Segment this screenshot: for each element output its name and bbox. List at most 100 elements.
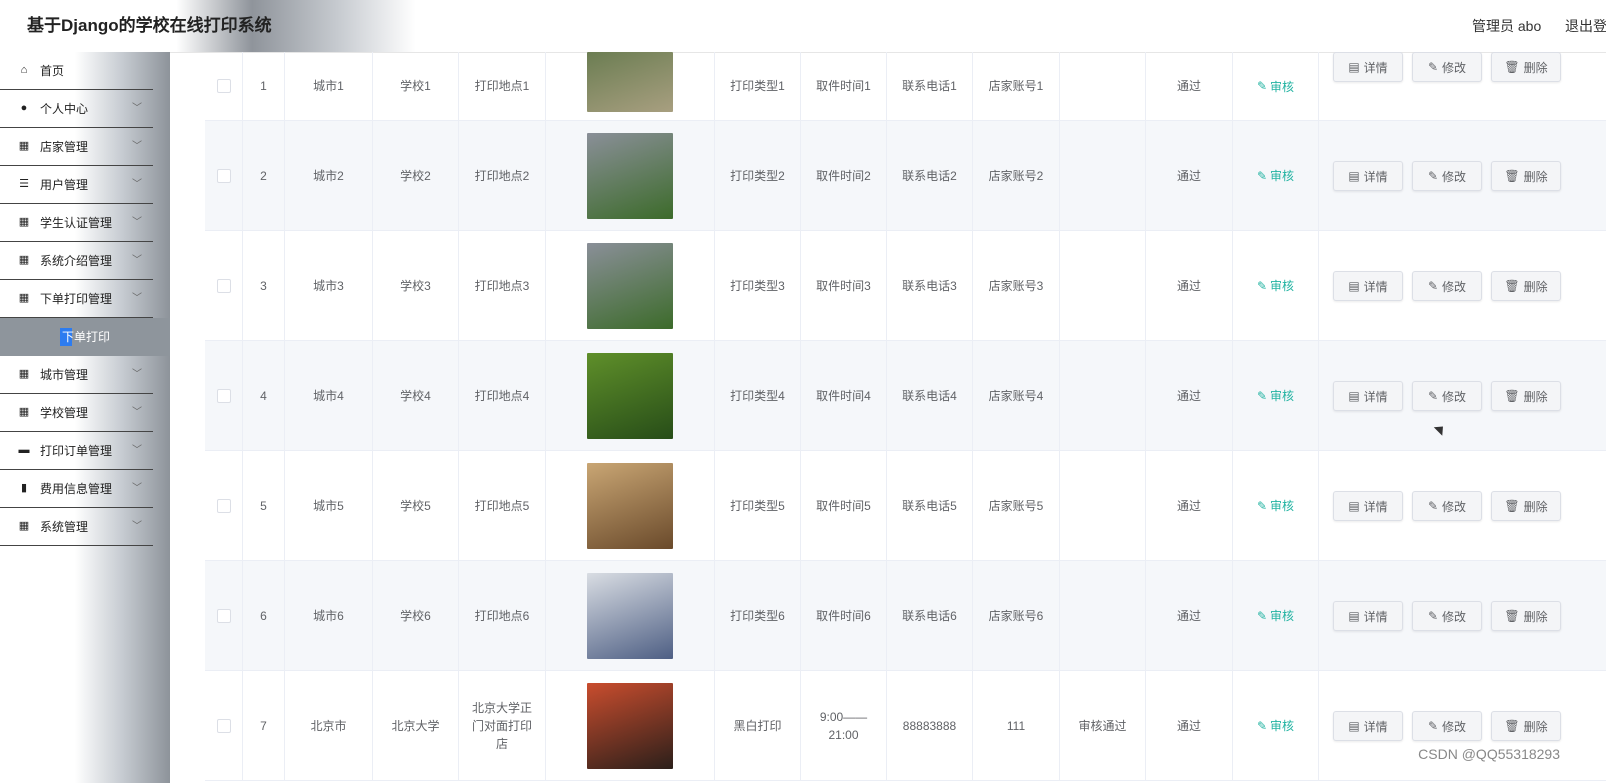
sidebar-item-2[interactable]: ▦ 店家管理 ﹀ — [0, 128, 153, 166]
row-checkbox[interactable] — [216, 498, 231, 513]
delete-button[interactable]: 🗑 删除 — [1491, 161, 1561, 191]
audit-link[interactable]: ✎ 审核 — [1257, 167, 1294, 184]
sidebar-item-1[interactable]: ● 个人中心 ﹀ — [0, 90, 153, 128]
sidebar-item-9[interactable]: ▬ 打印订单管理 ﹀ — [0, 432, 153, 470]
chevron-down-icon: ﹀ — [132, 293, 142, 304]
delete-button[interactable]: 🗑 删除 — [1491, 601, 1561, 631]
sidebar-item-6[interactable]: ▦ 下单打印管理 ﹀ — [0, 280, 153, 318]
cell-type: 黑白打印 — [715, 671, 801, 780]
cell-location: 打印地点5 — [459, 451, 546, 560]
edit-button-label: 修改 — [1442, 609, 1467, 624]
sidebar-item-label: 系统介绍管理 — [40, 254, 113, 268]
edit-button[interactable]: ✎ 修改 — [1412, 711, 1482, 741]
trash-icon: 🗑 — [1504, 609, 1520, 623]
audit-label: 审核 — [1270, 609, 1295, 623]
detail-button[interactable]: ▤ 详情 — [1333, 601, 1403, 631]
detail-button[interactable]: ▤ 详情 — [1333, 711, 1403, 741]
audit-link[interactable]: ✎ 审核 — [1257, 717, 1294, 734]
chevron-down-icon: ﹀ — [132, 407, 142, 418]
edit-button-label: 修改 — [1442, 279, 1467, 294]
cell-phone-text: 联系电话5 — [902, 498, 957, 513]
delete-button[interactable]: 🗑 删除 — [1491, 711, 1561, 741]
delete-button[interactable]: 🗑 删除 — [1491, 52, 1561, 82]
cell-type-text: 打印类型6 — [730, 608, 785, 623]
cell-account: 店家账号4 — [973, 341, 1060, 450]
cell-pickup: 取件时间2 — [801, 121, 887, 230]
cell-phone-text: 联系电话4 — [902, 388, 957, 403]
sidebar-item-10[interactable]: ▮ 费用信息管理 ﹀ — [0, 470, 153, 508]
cell-city: 城市4 — [285, 341, 373, 450]
edit-button[interactable]: ✎ 修改 — [1412, 491, 1482, 521]
sidebar-item-0[interactable]: ⌂ 首页 — [0, 52, 153, 90]
sidebar-item-11[interactable]: ▦ 系统管理 ﹀ — [0, 508, 153, 546]
detail-button[interactable]: ▤ 详情 — [1333, 52, 1403, 82]
row-select-cell — [205, 561, 243, 670]
location-photo[interactable] — [587, 52, 673, 112]
cell-pickup-text: 取件时间6 — [816, 608, 871, 623]
audit-link[interactable]: ✎ 审核 — [1257, 497, 1294, 514]
detail-button[interactable]: ▤ 详情 — [1333, 271, 1403, 301]
cell-location: 打印地点3 — [459, 231, 546, 340]
cell-pickup: 9:00——21:00 — [801, 671, 887, 780]
row-checkbox[interactable] — [216, 168, 231, 183]
delete-button[interactable]: 🗑 删除 — [1491, 381, 1561, 411]
cell-account: 店家账号3 — [973, 231, 1060, 340]
detail-button[interactable]: ▤ 详情 — [1333, 381, 1403, 411]
chevron-down-icon: ﹀ — [132, 103, 142, 114]
cell-account: 店家账号6 — [973, 561, 1060, 670]
admin-user-label: 管理员 abo — [1472, 18, 1542, 34]
app-title: 基于Django的学校在线打印系统 — [27, 16, 272, 35]
audit-link[interactable]: ✎ 审核 — [1257, 277, 1294, 294]
trash-icon: 🗑 — [1504, 499, 1520, 513]
edit-button[interactable]: ✎ 修改 — [1412, 601, 1482, 631]
delete-button[interactable]: 🗑 删除 — [1491, 491, 1561, 521]
sidebar-item-4[interactable]: ▦ 学生认证管理 ﹀ — [0, 204, 153, 242]
edit-button[interactable]: ✎ 修改 — [1412, 381, 1482, 411]
location-photo[interactable] — [587, 242, 673, 329]
row-checkbox[interactable] — [216, 608, 231, 623]
edit-button[interactable]: ✎ 修改 — [1412, 52, 1482, 82]
audit-link[interactable]: ✎ 审核 — [1257, 78, 1294, 95]
location-photo[interactable] — [587, 132, 673, 219]
chevron-down-icon: ﹀ — [132, 445, 142, 456]
document-icon: ▤ — [1348, 169, 1360, 183]
edit-icon: ✎ — [1427, 169, 1439, 183]
detail-button-label: 详情 — [1363, 279, 1388, 294]
edit-button-label: 修改 — [1442, 169, 1467, 184]
location-photo[interactable] — [587, 682, 673, 769]
submenu-item-active[interactable]: 下单打印 — [0, 318, 170, 356]
row-checkbox[interactable] — [216, 718, 231, 733]
cell-school: 学校4 — [373, 341, 459, 450]
cell-index-text: 4 — [260, 388, 267, 403]
chart-icon: ▮ — [20, 482, 28, 494]
sidebar-item-5[interactable]: ▦ 系统介绍管理 ﹀ — [0, 242, 153, 280]
row-checkbox[interactable] — [216, 79, 231, 93]
actions-cell: ▤ 详情 ✎ 修改 🗑 删除 — [1319, 52, 1606, 120]
audit-cell: ✎ 审核 — [1233, 671, 1319, 780]
audit-link[interactable]: ✎ 审核 — [1257, 387, 1294, 404]
row-checkbox[interactable] — [216, 388, 231, 403]
sidebar-item-label: 用户管理 — [40, 178, 89, 192]
delete-button[interactable]: 🗑 删除 — [1491, 271, 1561, 301]
edit-button[interactable]: ✎ 修改 — [1412, 161, 1482, 191]
edit-button[interactable]: ✎ 修改 — [1412, 271, 1482, 301]
audit-link[interactable]: ✎ 审核 — [1257, 607, 1294, 624]
detail-button[interactable]: ▤ 详情 — [1333, 161, 1403, 191]
location-photo[interactable] — [587, 572, 673, 659]
table-row: 2 城市2 学校2 打印地点2 打印类型2 取件时间2 联系电话2 店家账号2 通过 ✎ 审核 ▤ 详情… — [205, 121, 1606, 231]
edit-icon: ✎ — [1427, 609, 1439, 623]
detail-button[interactable]: ▤ 详情 — [1333, 491, 1403, 521]
sidebar-item-3[interactable]: ☰ 用户管理 ﹀ — [0, 166, 153, 204]
table-row: 3 城市3 学校3 打印地点3 打印类型3 取件时间3 联系电话3 店家账号3 通过 ✎ 审核 ▤ 详情… — [205, 231, 1606, 341]
location-photo[interactable] — [587, 462, 673, 549]
cell-location: 打印地点2 — [459, 121, 546, 230]
sidebar-item-7[interactable]: ▦ 城市管理 ﹀ — [0, 356, 153, 394]
trash-icon: 🗑 — [1504, 389, 1520, 403]
sidebar-item-8[interactable]: ▦ 学校管理 ﹀ — [0, 394, 153, 432]
location-photo[interactable] — [587, 352, 673, 439]
actions-cell: ▤ 详情 ✎ 修改 🗑 删除 — [1319, 671, 1606, 780]
logout-link[interactable]: 退出登 — [1565, 0, 1606, 52]
submenu-item-label: 下单打印 — [60, 328, 113, 346]
row-checkbox[interactable] — [216, 278, 231, 293]
cell-location-text: 打印地点5 — [474, 498, 530, 513]
